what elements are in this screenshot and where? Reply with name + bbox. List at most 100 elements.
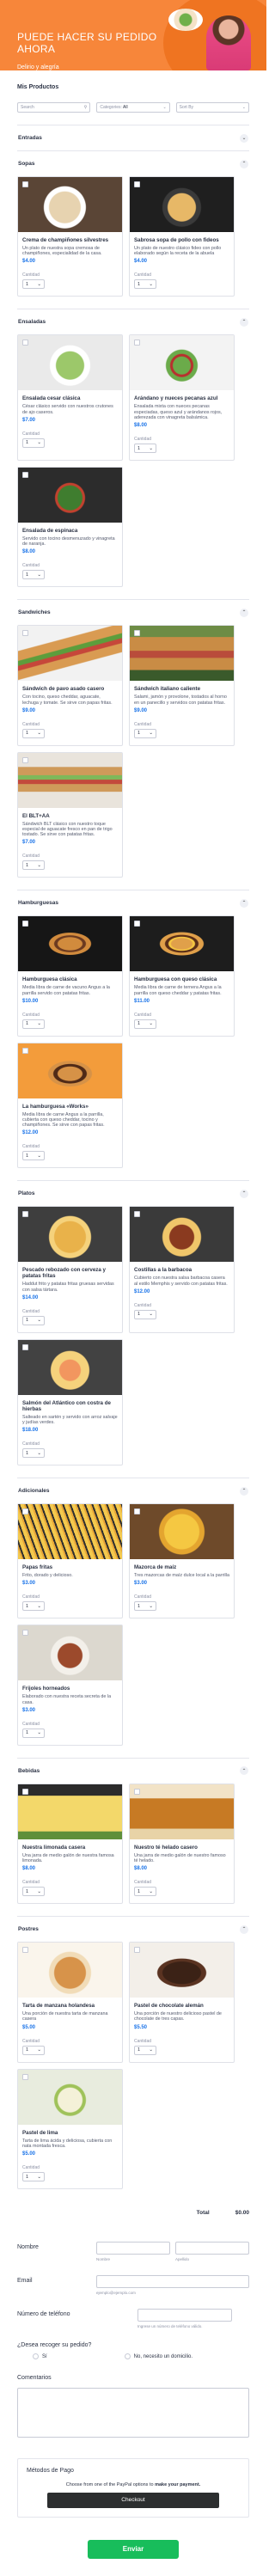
quantity-select[interactable]: 1 ⌄ <box>22 570 45 580</box>
quantity-select[interactable]: 1 ⌄ <box>22 1315 45 1325</box>
product-checkbox[interactable] <box>22 472 28 479</box>
submit-button[interactable]: Enviar <box>88 2540 179 2560</box>
quantity-select[interactable]: 1 ⌄ <box>134 1601 156 1612</box>
product-checkbox[interactable] <box>22 1788 28 1795</box>
product-card[interactable]: Frijoles horneados Elaborado con nuestra … <box>17 1625 123 1746</box>
product-checkbox[interactable] <box>22 1343 28 1350</box>
category-header-6[interactable]: Adicionales ⌃ <box>17 1478 249 1503</box>
product-card[interactable]: Pescado rebozado con cerveza y patatas f… <box>17 1206 123 1333</box>
product-checkbox[interactable] <box>134 1508 140 1515</box>
quantity-select[interactable]: 1 ⌄ <box>22 1887 45 1897</box>
quantity-select[interactable]: 1 ⌄ <box>134 2045 156 2055</box>
quantity-select[interactable]: 1 ⌄ <box>22 279 45 290</box>
product-checkbox[interactable] <box>22 630 28 637</box>
category-header-8[interactable]: Postres ⌃ <box>17 1916 249 1942</box>
product-checkbox[interactable] <box>22 921 28 927</box>
quantity-select[interactable]: 1 ⌄ <box>22 1151 45 1161</box>
quantity-select[interactable]: 1 ⌄ <box>134 444 156 454</box>
product-checkbox[interactable] <box>134 181 140 187</box>
product-card[interactable]: Sabrosa sopa de pollo con fideos Un plato… <box>129 176 235 297</box>
product-card[interactable]: Hamburguesa clásica Media libra de carne … <box>17 915 123 1037</box>
product-checkbox[interactable] <box>22 1047 28 1054</box>
pickup-no-radio[interactable]: No, necesito un domicilio. <box>124 2353 192 2360</box>
chevron-up-icon[interactable]: ⌃ <box>240 159 248 168</box>
email-field[interactable] <box>96 2275 249 2289</box>
product-checkbox[interactable] <box>22 1630 28 1637</box>
quantity-select[interactable]: 1 ⌄ <box>22 437 45 448</box>
quantity-select[interactable]: 1 ⌄ <box>22 1019 45 1029</box>
last-name-field[interactable] <box>175 2242 249 2255</box>
category-label: Postres <box>18 1926 39 1933</box>
quantity-select[interactable]: 1 ⌄ <box>22 1601 45 1612</box>
product-card[interactable]: Arándano y nueces pecanas azul Ensalada m… <box>129 334 235 462</box>
chevron-up-icon[interactable]: ⌃ <box>240 898 248 908</box>
product-card[interactable]: Hamburguesa con queso clásica Media libra… <box>129 915 235 1037</box>
first-name-field[interactable] <box>96 2242 170 2255</box>
product-card[interactable]: Sándwich de pavo asado casero Con tocino,… <box>17 625 123 746</box>
product-checkbox[interactable] <box>22 1947 28 1954</box>
product-card[interactable]: La hamburguesa «Works» Media libra de car… <box>17 1042 123 1169</box>
checkout-button[interactable]: Checkout <box>47 2493 219 2509</box>
product-name: Pastel de lima <box>22 2129 58 2136</box>
product-card[interactable]: Ensalada cesar clásica César clásico serv… <box>17 334 123 462</box>
quantity-select[interactable]: 1 ⌄ <box>22 1448 45 1459</box>
category-header-1[interactable]: Sopas ⌃ <box>17 150 249 176</box>
quantity-select[interactable]: 1 ⌄ <box>134 1019 156 1029</box>
product-card[interactable]: Sándwich italiano caliente Salami, jamón … <box>129 625 235 746</box>
product-card[interactable]: Salmón del Atlántico con costra de hierb… <box>17 1338 123 1466</box>
product-checkbox[interactable] <box>22 340 28 346</box>
product-checkbox[interactable] <box>22 756 28 763</box>
quantity-select[interactable]: 1 ⌄ <box>134 728 156 738</box>
quantity-select[interactable]: 1 ⌄ <box>22 860 45 871</box>
comments-textarea[interactable] <box>17 2388 249 2438</box>
product-card[interactable]: Costillas a la barbacoa Cubierto con nues… <box>129 1206 235 1333</box>
product-checkbox[interactable] <box>22 1508 28 1515</box>
category-header-2[interactable]: Ensaladas ⌃ <box>17 309 249 334</box>
product-card[interactable]: Mazorca de maíz Tres mazorcas de maíz dul… <box>129 1503 235 1619</box>
chevron-up-icon[interactable]: ⌃ <box>240 1486 248 1496</box>
product-checkbox[interactable] <box>22 2073 28 2080</box>
product-checkbox[interactable] <box>134 921 140 927</box>
product-card[interactable]: Crema de champiñones silvestres Un plato … <box>17 176 123 297</box>
product-card[interactable]: Nuestro té helado casero Una jarra de med… <box>129 1783 235 1905</box>
product-description: César clásico servido con nuestros cruto… <box>22 404 113 415</box>
phone-field[interactable] <box>138 2309 232 2322</box>
product-checkbox[interactable] <box>22 1211 28 1218</box>
product-checkbox[interactable] <box>134 340 140 346</box>
quantity-select[interactable]: 1 ⌄ <box>22 728 45 738</box>
product-card[interactable]: Pastel de lima Tarta de lima ácida y deli… <box>17 2068 123 2190</box>
product-checkbox[interactable] <box>134 1947 140 1954</box>
category-header-5[interactable]: Platos ⌃ <box>17 1180 249 1206</box>
product-card[interactable]: Ensalada de espinaca Servido con tocino d… <box>17 467 123 588</box>
quantity-label: Cantidad <box>22 1144 40 1150</box>
product-card[interactable]: Tarta de manzana holandesa Una porción de… <box>17 1942 123 2063</box>
category-header-4[interactable]: Hamburguesas ⌃ <box>17 890 249 915</box>
quantity-select[interactable]: 1 ⌄ <box>22 2045 45 2055</box>
chevron-up-icon[interactable]: ⌃ <box>240 608 248 617</box>
chevron-up-icon[interactable]: ⌃ <box>240 1766 248 1776</box>
quantity-select[interactable]: 1 ⌄ <box>22 2172 45 2182</box>
category-header-0[interactable]: Entradas ⌄ <box>17 125 249 150</box>
product-card[interactable]: Pastel de chocolate alemán Una porción de… <box>129 1942 235 2063</box>
product-card[interactable]: Papas fritas Frito, dorado y delicioso. $3… <box>17 1503 123 1619</box>
product-checkbox[interactable] <box>134 1788 140 1795</box>
chevron-up-icon[interactable]: ⌃ <box>240 1924 248 1934</box>
pickup-yes-radio[interactable]: Sí <box>33 2353 47 2360</box>
chevron-up-icon[interactable]: ⌃ <box>240 1189 248 1198</box>
search-input[interactable]: Search ⚲ <box>17 102 91 113</box>
sort-select[interactable]: Sort By ⌄ <box>175 102 249 113</box>
chevron-up-icon[interactable]: ⌃ <box>240 317 248 327</box>
quantity-select[interactable]: 1 ⌄ <box>134 279 156 290</box>
categories-select[interactable]: Categories: All ⌄ <box>96 102 170 113</box>
product-checkbox[interactable] <box>134 1211 140 1218</box>
quantity-select[interactable]: 1 ⌄ <box>134 1887 156 1897</box>
chevron-down-icon[interactable]: ⌄ <box>240 133 248 143</box>
product-checkbox[interactable] <box>22 181 28 187</box>
category-header-3[interactable]: Sandwiches ⌃ <box>17 599 249 625</box>
product-card[interactable]: Nuestra limonada casera Una jarra de medi… <box>17 1783 123 1905</box>
product-card[interactable]: El BLT+AA Sándwich BLT clásico con nuestr… <box>17 751 123 878</box>
product-checkbox[interactable] <box>134 630 140 637</box>
quantity-select[interactable]: 1 ⌄ <box>22 1728 45 1738</box>
category-header-7[interactable]: Bebidas ⌃ <box>17 1757 249 1784</box>
quantity-select[interactable]: 1 ⌄ <box>134 1309 156 1319</box>
